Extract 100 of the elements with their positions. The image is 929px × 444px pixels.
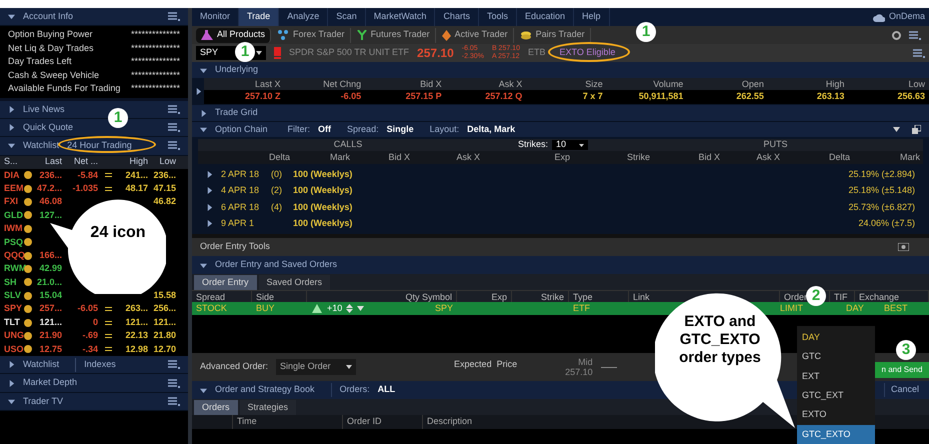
menu-icon[interactable] [168, 141, 180, 150]
column-header[interactable]: Ask X [418, 150, 488, 164]
column-header[interactable]: S... [4, 155, 32, 169]
tif-option[interactable]: GTC [797, 347, 875, 367]
column-header[interactable]: Bid X [658, 150, 728, 164]
book-tab[interactable]: Orders [194, 400, 238, 415]
column-header[interactable]: High [118, 155, 148, 169]
column-header[interactable]: Last [32, 155, 62, 169]
section-header[interactable]: Trade Grid [192, 105, 929, 121]
column-header[interactable]: Bid X [358, 150, 418, 164]
watchlist-name[interactable]: 24 Hour Trading [67, 139, 132, 153]
collapse-icon[interactable] [8, 13, 15, 20]
collapse-icon[interactable] [200, 262, 207, 268]
expiration-row[interactable]: 9 APR 1 100 (Weeklys) 24.06% (±7.5) [198, 216, 923, 232]
order-tab[interactable]: Order Entry [194, 275, 257, 290]
camera-icon[interactable] [898, 243, 909, 251]
collapse-icon[interactable] [200, 66, 207, 74]
expand-icon[interactable] [206, 204, 213, 211]
panel-header[interactable]: Account Info [0, 8, 188, 26]
trader-button[interactable]: Pairs Trader [514, 28, 591, 42]
filter-value[interactable]: Off [318, 122, 332, 136]
collapse-icon[interactable] [8, 142, 15, 150]
menu-icon[interactable] [168, 123, 180, 132]
menu-tab[interactable]: Trade [239, 8, 280, 26]
low-cell-text: 121... [152, 316, 176, 329]
tif-option[interactable]: GTC_EXT [797, 386, 875, 406]
column-header[interactable]: Delta [238, 150, 298, 164]
settings-icon[interactable] [892, 30, 901, 40]
cancel-button[interactable]: Cancel [884, 383, 925, 397]
expiration-row[interactable]: 2 APR 18 (0) 100 (Weeklys) 25.19% (±2.894) [198, 166, 923, 182]
menu-icon[interactable] [909, 30, 921, 40]
trader-button[interactable]: All Products [196, 28, 272, 42]
confirm-send-button[interactable]: n and Send [875, 362, 929, 378]
expand-icon[interactable] [206, 187, 213, 194]
menu-icon[interactable] [168, 360, 180, 370]
column-header: Open [687, 78, 768, 90]
ondemand-link[interactable]: OnDema [888, 10, 925, 24]
trader-button[interactable]: Forex Trader [272, 28, 351, 42]
expand-icon[interactable] [8, 380, 15, 387]
expand-icon[interactable] [206, 170, 213, 178]
panel-header[interactable]: Trader TV [0, 392, 188, 412]
net-change-cell-text: -.69 [81, 329, 98, 342]
last-cell-text: 166... [38, 248, 62, 262]
collapse-icon[interactable] [200, 126, 207, 133]
expand-icon[interactable] [8, 124, 15, 132]
menu-icon[interactable] [168, 378, 180, 388]
menu-icon[interactable] [168, 12, 180, 22]
column-header[interactable]: Low [148, 155, 176, 169]
column-header[interactable]: Mark [858, 150, 928, 164]
menu-icon[interactable] [168, 104, 180, 114]
section-header[interactable]: Order Entry and Saved Orders [192, 256, 929, 274]
section-title: Order Entry and Saved Orders [215, 258, 338, 272]
column-header[interactable]: Net ... [62, 155, 98, 169]
expand-icon[interactable] [8, 106, 15, 113]
advanced-order-select[interactable]: Single Order [276, 359, 356, 375]
column-header: Bid X [365, 78, 446, 90]
collapse-icon[interactable] [8, 398, 15, 405]
expiration-row[interactable]: 6 APR 18 (4) 100 (Weeklys) 25.73% (±6.827) [198, 199, 923, 216]
quantity-cell[interactable]: +10 [327, 302, 342, 316]
spread-label: Spread: [347, 122, 379, 136]
section-header[interactable]: Underlying [192, 62, 929, 78]
menu-icon[interactable] [168, 396, 180, 406]
section-header[interactable]: Option Chain Filter: Off Spread: Single Layout: Delta, Mark [192, 121, 929, 137]
stepper-icon[interactable] [346, 304, 354, 313]
collapse-icon[interactable] [200, 386, 207, 394]
column-header[interactable]: Ask X [728, 150, 788, 164]
tif-option[interactable]: GTC_EXTO [797, 424, 875, 444]
net-change-cell-text: -.34 [81, 342, 98, 356]
panel-title: Watchlist [23, 139, 60, 152]
book-tab[interactable]: Strategies [240, 400, 296, 415]
tif-option[interactable]: EXT [797, 366, 875, 386]
strikes-select[interactable]: 10 [552, 140, 588, 150]
expand-icon[interactable] [206, 220, 213, 228]
panel-header[interactable]: Watchlist Indexes [0, 356, 188, 374]
expiration-row[interactable]: 4 APR 18 (2) 100 (Weeklys) 25.18% (±5.148) [198, 182, 923, 199]
column-header[interactable]: Mark [298, 150, 358, 164]
column-header[interactable]: Exp [488, 150, 578, 164]
panel-header[interactable]: Watchlist 24 Hour Trading [0, 137, 188, 156]
orders-filter-value[interactable]: ALL [378, 383, 396, 397]
flag-icon [274, 47, 281, 59]
panel-header[interactable]: Market Depth [0, 374, 188, 393]
panel-subtitle[interactable]: Indexes [75, 358, 116, 372]
popout-icon[interactable] [912, 125, 921, 134]
expand-icon[interactable] [200, 110, 207, 116]
menu-icon[interactable] [913, 48, 925, 58]
spread-value[interactable]: Single [386, 122, 414, 136]
layout-value[interactable]: Delta, Mark [467, 122, 516, 136]
column-header[interactable]: Delta [788, 150, 858, 164]
expand-icon[interactable] [8, 361, 15, 368]
trader-button[interactable]: Active Trader [436, 28, 514, 42]
dropdown-icon[interactable] [893, 127, 900, 132]
trader-button[interactable]: Futures Trader [352, 28, 436, 42]
tif-option[interactable]: DAY [797, 328, 875, 348]
column-header[interactable]: Strike [578, 150, 658, 164]
tif-option[interactable]: EXTO [797, 405, 875, 425]
low-cell-text: 12.70 [152, 342, 176, 356]
net-change-cell-text: 0 [92, 316, 98, 329]
symbol-cell: IWM [4, 223, 22, 234]
expand-icon[interactable] [194, 88, 202, 94]
order-tab[interactable]: Saved Orders [258, 275, 330, 290]
